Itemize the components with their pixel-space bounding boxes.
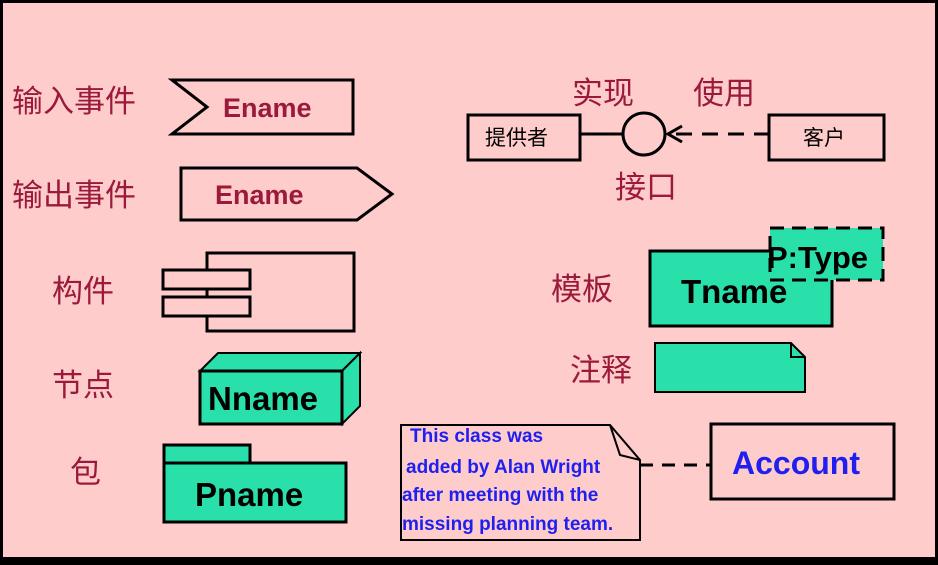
provider-box: 提供者 bbox=[466, 113, 582, 162]
note-line-1: This class was bbox=[410, 426, 543, 447]
comment-note: This class was added by Alan Wright afte… bbox=[400, 424, 641, 541]
diagram-canvas: 输入事件 输出事件 构件 节点 包 Ename Ename Nname Pnam… bbox=[1, 1, 937, 559]
interface-lollipop bbox=[621, 111, 667, 157]
label-input-event: 输入事件 bbox=[12, 84, 136, 120]
note-shape bbox=[654, 342, 806, 393]
package-name: Pname bbox=[195, 476, 303, 513]
component-tab-top bbox=[161, 268, 252, 291]
node-name: Nname bbox=[208, 380, 318, 417]
label-template: 模板 bbox=[551, 272, 613, 308]
label-note: 注释 bbox=[570, 353, 632, 389]
account-label: Account bbox=[732, 445, 860, 481]
client-label: 客户 bbox=[803, 126, 845, 150]
package-tab bbox=[162, 443, 252, 465]
node-shape: Nname bbox=[197, 350, 363, 427]
account-class-box: Account bbox=[709, 422, 896, 501]
label-realize: 实现 bbox=[572, 76, 634, 112]
output-event-shape: Ename bbox=[179, 166, 395, 222]
label-package: 包 bbox=[70, 455, 101, 491]
client-box: 客户 bbox=[767, 113, 886, 162]
uml-notation-slide: 输入事件 输出事件 构件 节点 包 Ename Ename Nname Pnam… bbox=[0, 0, 938, 560]
label-output-event: 输出事件 bbox=[12, 178, 136, 214]
label-node: 节点 bbox=[52, 368, 114, 404]
provider-label: 提供者 bbox=[485, 126, 548, 150]
note-line-2: added by Alan Wright bbox=[406, 457, 601, 478]
template-name: Tname bbox=[681, 273, 787, 310]
output-event-name: Ename bbox=[215, 180, 304, 210]
note-line-3: after meeting with the bbox=[402, 485, 598, 506]
component-tab-bottom bbox=[161, 295, 252, 318]
label-component: 构件 bbox=[52, 274, 114, 310]
input-event-name: Ename bbox=[223, 93, 312, 123]
note-line-4: missing planning team. bbox=[402, 514, 613, 535]
label-interface: 接口 bbox=[615, 170, 677, 206]
template-param: P:Type bbox=[767, 240, 868, 275]
label-use: 使用 bbox=[693, 76, 755, 112]
